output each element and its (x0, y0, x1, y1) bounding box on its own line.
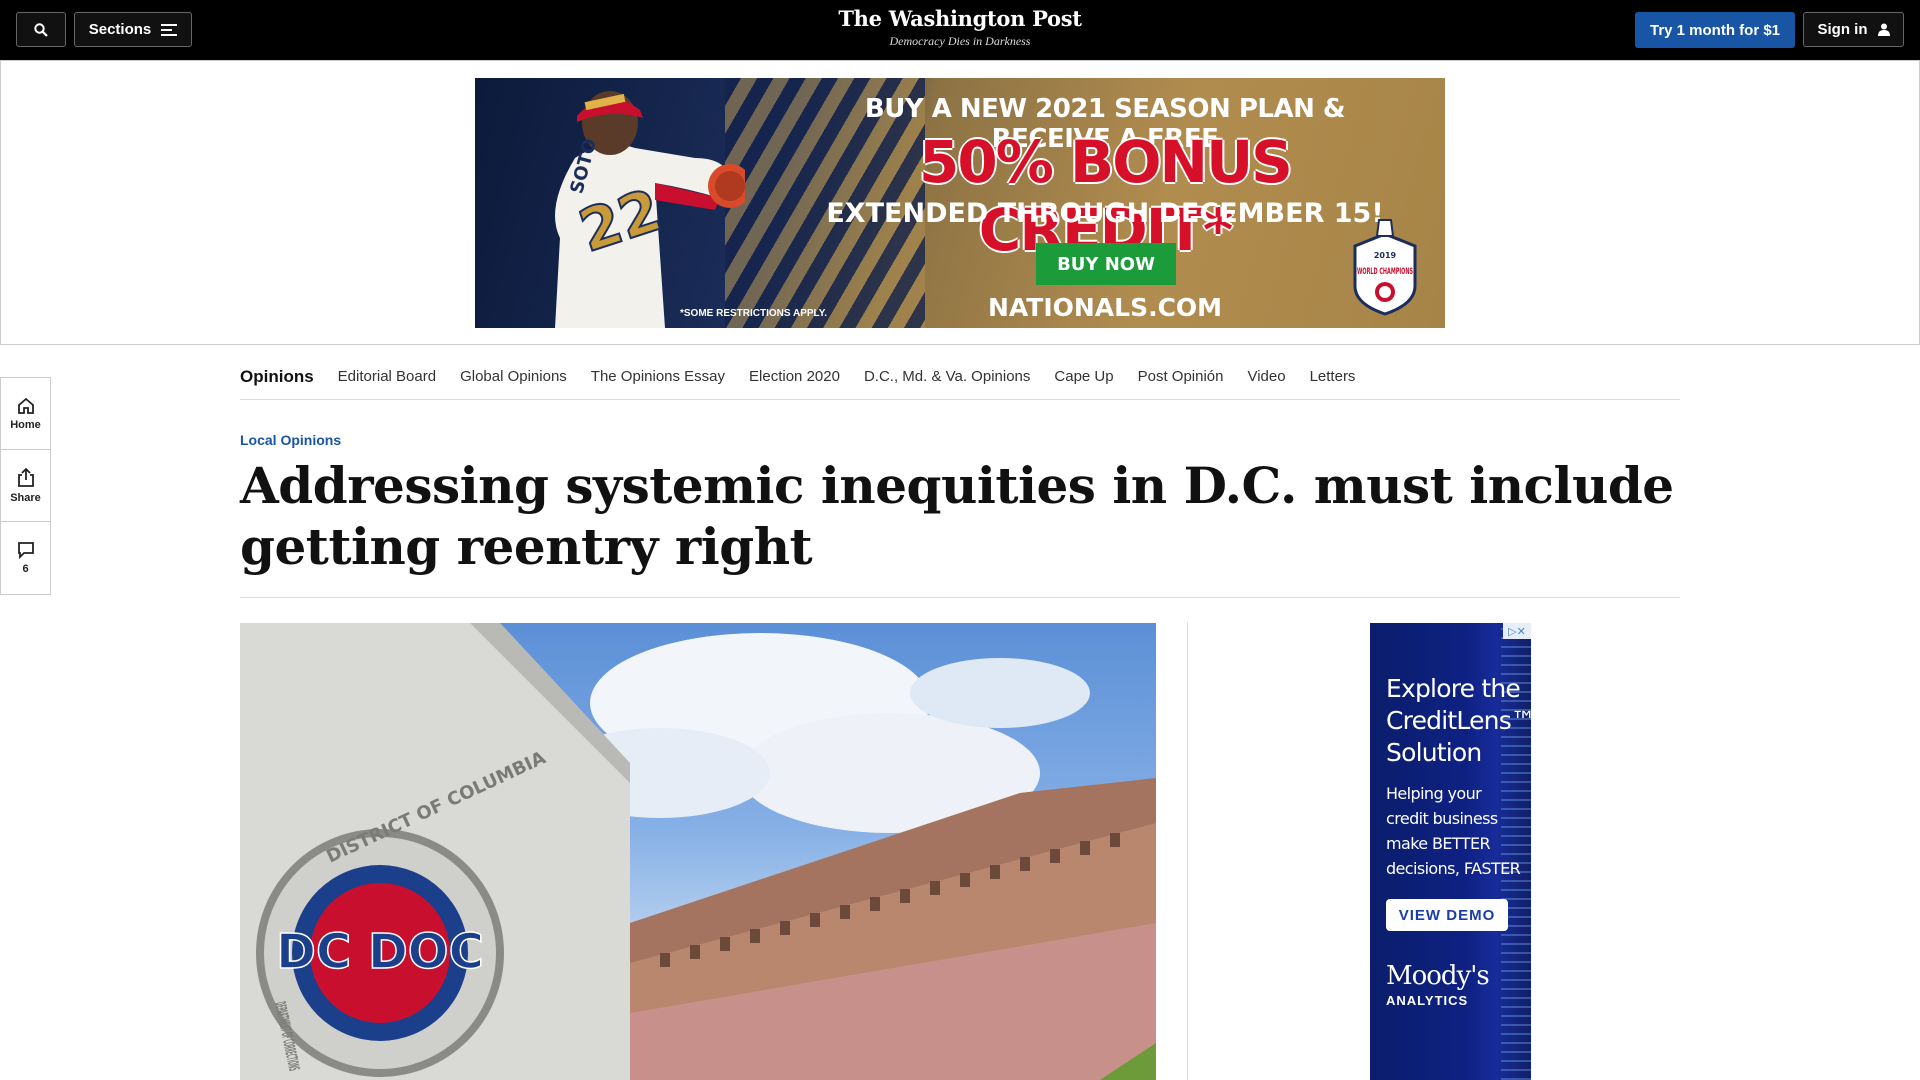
sign-in-label: Sign in (1817, 21, 1868, 38)
column-divider (1187, 622, 1188, 1080)
sign-in-button[interactable]: Sign in (1803, 12, 1904, 47)
search-button[interactable] (16, 12, 66, 47)
site-tagline: Democracy Dies in Darkness (889, 34, 1031, 48)
home-icon (17, 397, 34, 414)
view-demo-button[interactable]: VIEW DEMO (1386, 899, 1508, 931)
subnav-item-global-opinions[interactable]: Global Opinions (460, 368, 567, 385)
subnav-item-letters[interactable]: Letters (1310, 368, 1356, 385)
subnav-item-election-2020[interactable]: Election 2020 (749, 368, 840, 385)
svg-text:2019: 2019 (1374, 251, 1397, 260)
buy-now-button[interactable]: BUY NOW (1036, 243, 1176, 285)
world-champions-badge: 2019 WORLD CHAMPIONS (1353, 219, 1417, 316)
article-lead-photo[interactable]: DC DOC DISTRICT OF COLUMBIA DEPARTMENT O… (240, 623, 1156, 1080)
subnav-item-dc-md-va[interactable]: D.C., Md. & Va. Opinions (864, 368, 1030, 385)
headline-divider (240, 597, 1680, 598)
rail-home-button[interactable]: Home (1, 378, 50, 450)
ad-headline-3: EXTENDED THROUGH DECEMBER 15! (826, 198, 1384, 229)
masthead[interactable]: The Washington Post Democracy Dies in Da… (760, 6, 1160, 49)
search-icon (34, 22, 48, 37)
subnav-item-video[interactable]: Video (1247, 368, 1285, 385)
comment-icon (17, 542, 34, 559)
article-kicker[interactable]: Local Opinions (240, 432, 341, 448)
article-headline: Addressing systemic inequities in D.C. m… (240, 456, 1674, 576)
subnav-home-opinions[interactable]: Opinions (240, 367, 314, 387)
subnav-item-editorial-board[interactable]: Editorial Board (338, 368, 436, 385)
top-bar: Sections The Washington Post Democracy D… (0, 0, 1920, 60)
subnav-item-cape-up[interactable]: Cape Up (1054, 368, 1113, 385)
sections-button[interactable]: Sections (74, 12, 192, 47)
trial-subscribe-button[interactable]: Try 1 month for $1 (1635, 12, 1795, 48)
baseball-player-graphic: 22 SOTO (555, 91, 745, 328)
jail-photo-illustration: DC DOC DISTRICT OF COLUMBIA DEPARTMENT O… (240, 623, 1156, 1080)
svg-text:DC DOC: DC DOC (276, 924, 484, 980)
rail-share-label: Share (10, 491, 41, 504)
menu-icon (161, 23, 178, 36)
rail-comment-count: 6 (22, 563, 29, 575)
side-ad-brand-sub: ANALYTICS (1386, 993, 1469, 1008)
sections-label: Sections (88, 21, 152, 38)
rail-comments-button[interactable]: 6 (1, 522, 50, 594)
moodys-side-ad[interactable]: ▷✕ Explore the CreditLens™ Solution Help… (1370, 623, 1531, 1080)
rail-share-button[interactable]: Share (1, 450, 50, 522)
side-ad-body: Helping your credit business make BETTER… (1386, 784, 1521, 878)
ad-restrictions: *SOME RESTRICTIONS APPLY. (680, 308, 828, 319)
nationals-banner-ad[interactable]: 22 SOTO BUY A NEW 2021 SEASON PLAN & REC… (475, 78, 1445, 328)
user-icon (1877, 23, 1890, 36)
ad-site-url: NATIONALS.COM (987, 293, 1223, 322)
left-rail: Home Share 6 (0, 377, 51, 595)
adchoices-icon[interactable]: ▷✕ (1503, 623, 1531, 639)
rail-home-label: Home (10, 418, 41, 431)
side-ad-heading: Explore the CreditLens™ Solution (1386, 674, 1531, 767)
trial-label: Try 1 month for $1 (1649, 21, 1781, 39)
share-icon (17, 467, 34, 487)
opinions-subnav: Opinions Editorial Board Global Opinions… (240, 354, 1680, 400)
site-logo[interactable]: The Washington Post (760, 6, 1160, 31)
subnav-item-opinions-essay[interactable]: The Opinions Essay (591, 368, 725, 385)
subnav-item-post-opinion[interactable]: Post Opinión (1138, 368, 1224, 385)
svg-text:WORLD CHAMPIONS: WORLD CHAMPIONS (1357, 267, 1413, 277)
side-ad-brand: Moody's (1386, 961, 1490, 991)
